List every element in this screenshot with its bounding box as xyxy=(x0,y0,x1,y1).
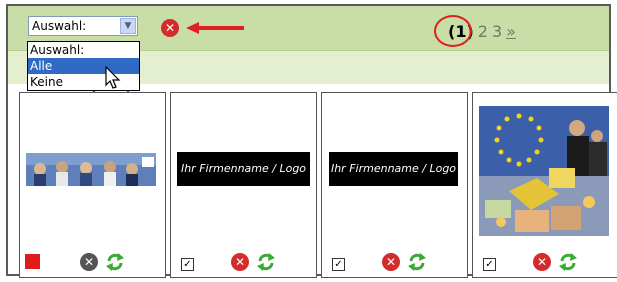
option-keine[interactable]: Keine xyxy=(28,74,139,90)
selection-dropdown-value: Auswahl: xyxy=(32,19,87,33)
delete-icon[interactable]: ✕ xyxy=(231,253,249,271)
selection-dropdown[interactable]: Auswahl: ▼ xyxy=(28,16,138,36)
status-marker xyxy=(25,254,40,269)
page-link-3[interactable]: 3 xyxy=(492,22,502,41)
select-checkbox[interactable]: ✓ xyxy=(181,258,194,271)
page-next-link[interactable]: » xyxy=(506,22,516,41)
cursor-icon xyxy=(105,66,121,89)
gallery-panel: Auswahl: ▼ Auswahl: Alle Keine ✕ (1) 2 3» … xyxy=(6,4,617,278)
select-checkbox[interactable]: ✓ xyxy=(483,258,496,271)
delete-selected-button[interactable]: ✕ xyxy=(161,19,179,37)
delete-icon[interactable]: ✕ xyxy=(533,253,551,271)
delete-icon[interactable]: ✕ xyxy=(382,253,400,271)
logo-placeholder-thumbnail[interactable]: Ihr Firmenname / Logo xyxy=(177,152,310,186)
highlight-ring-pager xyxy=(434,15,472,47)
euro-business-thumbnail[interactable] xyxy=(479,106,609,236)
image-card-4[interactable]: ✓ ✕ xyxy=(472,92,617,278)
arrow-left-icon xyxy=(186,22,244,34)
option-alle[interactable]: Alle xyxy=(28,58,139,74)
refresh-icon[interactable] xyxy=(105,252,125,272)
team-photo-thumbnail[interactable] xyxy=(26,153,156,186)
refresh-icon[interactable] xyxy=(407,252,427,272)
select-checkbox[interactable]: ✓ xyxy=(332,258,345,271)
option-auswahl[interactable]: Auswahl: xyxy=(28,42,139,58)
refresh-icon[interactable] xyxy=(558,252,578,272)
refresh-icon[interactable] xyxy=(256,252,276,272)
delete-icon[interactable]: ✕ xyxy=(80,253,98,271)
image-card-2[interactable]: Ihr Firmenname / Logo ✓ ✕ xyxy=(170,92,317,278)
image-card-1[interactable]: ✕ xyxy=(19,92,166,278)
image-card-3[interactable]: Ihr Firmenname / Logo ✓ ✕ xyxy=(321,92,468,278)
selection-dropdown-list: Auswahl: Alle Keine xyxy=(27,41,140,91)
logo-placeholder-thumbnail[interactable]: Ihr Firmenname / Logo xyxy=(329,152,458,186)
page-link-2[interactable]: 2 xyxy=(478,22,488,41)
chevron-down-icon[interactable]: ▼ xyxy=(120,18,136,34)
